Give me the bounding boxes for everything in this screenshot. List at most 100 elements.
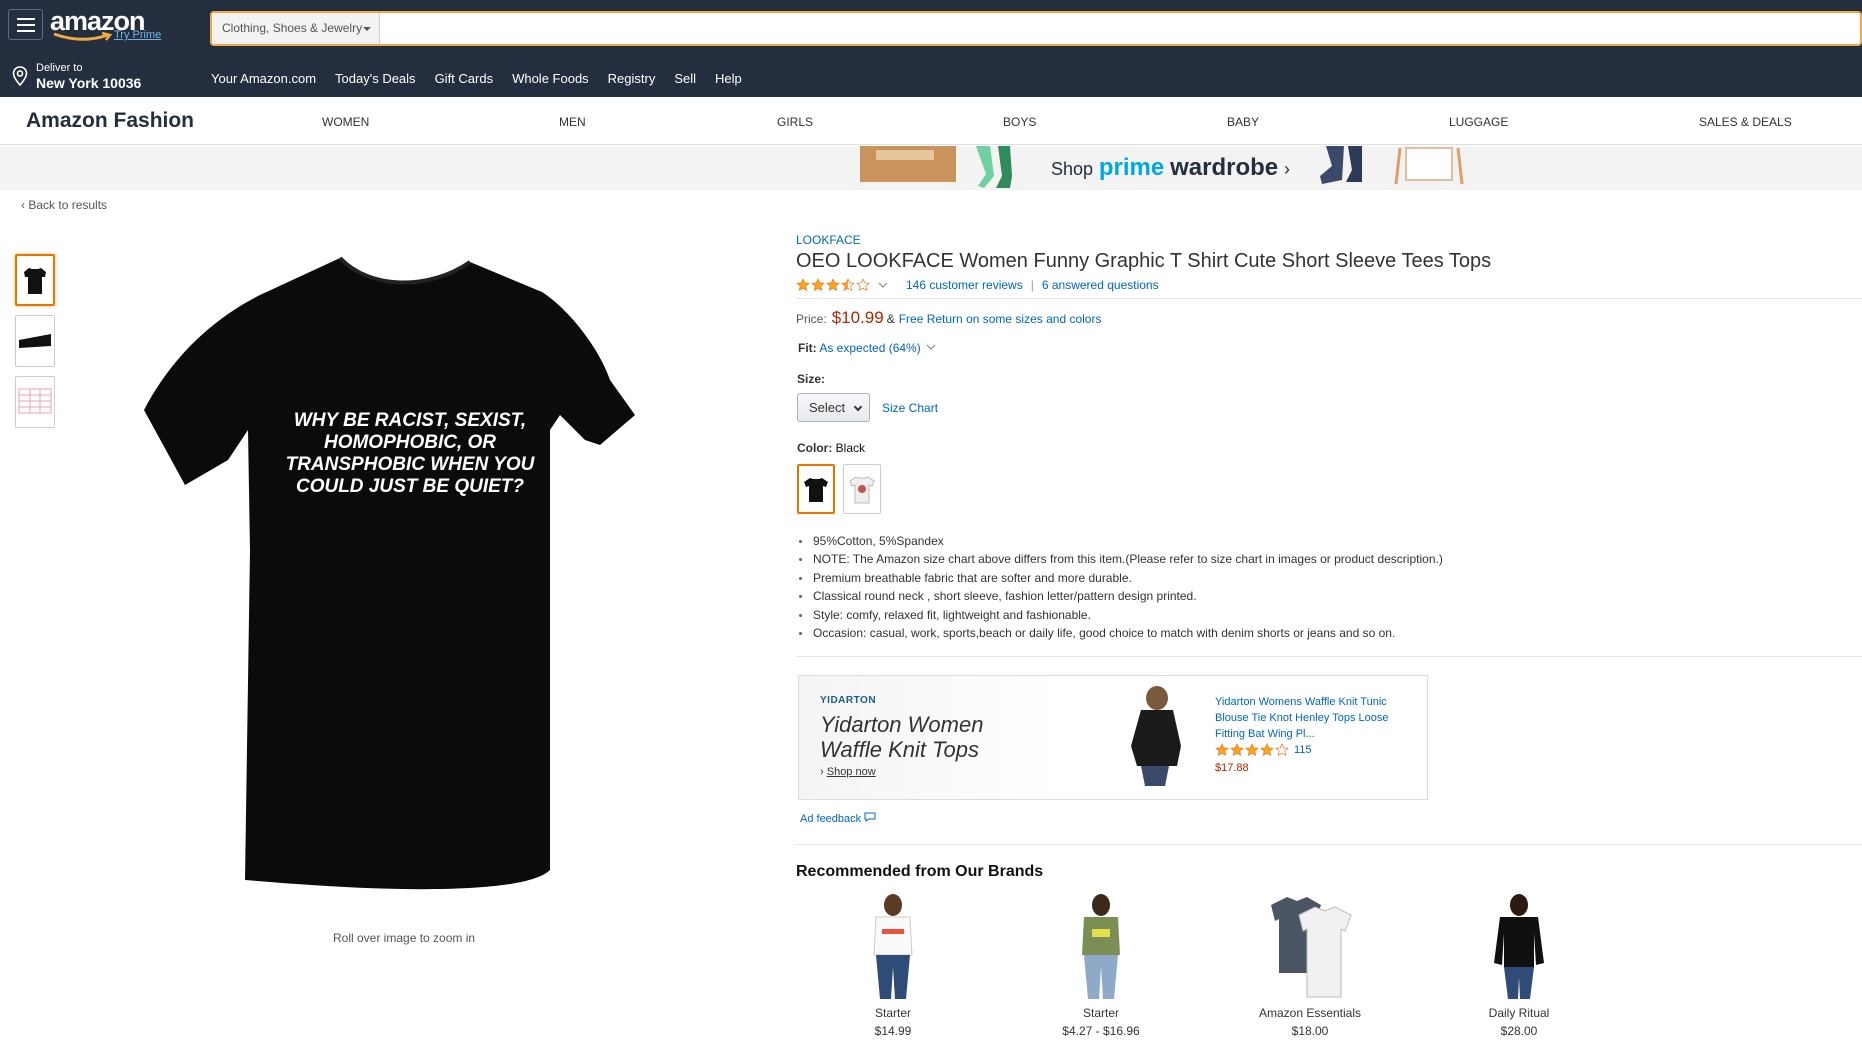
nav-link-help[interactable]: Help [715,71,742,86]
banner-shop: Shop [1051,159,1094,179]
nav-link-sell[interactable]: Sell [674,71,696,86]
fashion-title[interactable]: Amazon Fashion [26,109,194,133]
deliver-label: Deliver to [36,62,83,74]
recommended-item-image[interactable] [848,893,938,1003]
recommended-item[interactable]: Starter $4.27 - $16.96 [1021,893,1181,1038]
divider [796,844,1862,845]
ad-headline: Yidarton Women Waffle Knit Tops [820,712,1050,762]
feature-bullets: 95%Cotton, 5%Spandex NOTE: The Amazon si… [796,532,1443,642]
customer-reviews-link[interactable]: 146 customer reviews [906,278,1023,292]
fashion-cat-girls[interactable]: GIRLS [777,115,813,129]
star-icon [856,278,870,292]
ad-shop-now-link[interactable]: › Shop now [820,766,876,778]
ad-review-count[interactable]: 115 [1294,744,1312,756]
ad-feedback-link[interactable]: Ad feedback [800,812,876,825]
recommended-item-image[interactable] [1474,893,1564,1003]
star-icon [1230,743,1244,757]
price-value: $10.99 [831,308,884,327]
size-chart-link[interactable]: Size Chart [882,401,938,415]
star-icon [796,278,810,292]
mirror-image [1394,147,1464,185]
fashion-cat-boys[interactable]: BOYS [1003,115,1036,129]
thumbnail-3[interactable] [15,376,55,428]
fit-row[interactable]: Fit: As expected (64%) [798,341,938,355]
size-select-dropdown[interactable]: Select [797,393,870,422]
divider [796,298,1862,299]
caret-down-icon [363,27,371,31]
recommended-item[interactable]: Starter $14.99 [813,893,973,1038]
rating-row: 146 customer reviews | 6 answered questi… [796,277,1159,293]
amazon-logo[interactable]: amazon Try Prime [50,6,170,44]
back-label: Back to results [28,198,108,212]
nav-link-your-amazon[interactable]: Your Amazon.com [211,71,316,86]
chevron-down-icon [853,402,863,412]
menu-icon[interactable] [8,9,43,40]
color-label: Color: [797,441,833,455]
feature-bullet: Style: comfy, relaxed fit, lightweight a… [796,606,1443,624]
recommended-item-name[interactable]: Amazon Essentials [1230,1006,1390,1020]
star-rating[interactable] [796,278,870,292]
fashion-cat-women[interactable]: WOMEN [322,115,369,129]
ad-brand: YIDARTON [820,695,877,706]
nav-link-gift-cards[interactable]: Gift Cards [435,71,494,86]
tshirt-thumb-icon [24,268,46,294]
black-tshirt-swatch-icon [804,478,828,502]
ad-product-image[interactable] [1119,686,1189,791]
banner-text: Shop prime wardrobe › [1051,154,1290,182]
nav-link-registry[interactable]: Registry [608,71,656,86]
recommended-item-name[interactable]: Starter [813,1006,973,1020]
chevron-down-icon [926,344,936,350]
recommended-item-image[interactable] [1056,893,1146,1003]
nav-link-whole-foods[interactable]: Whole Foods [512,71,589,86]
ad-brand-panel[interactable]: YIDARTON Yidarton Women Waffle Knit Tops… [799,676,1057,799]
try-prime-link[interactable]: Try Prime [114,29,161,41]
star-icon [826,278,840,292]
fashion-cat-men[interactable]: MEN [559,115,586,129]
search-category-dropdown[interactable]: Clothing, Shoes & Jewelry [212,13,380,44]
shirt-print-text: WHY BE RACIST, SEXIST, HOMOPHOBIC, OR TR… [285,410,535,497]
fashion-cat-baby[interactable]: BABY [1227,115,1259,129]
feature-bullet: Occasion: casual, work, sports,beach or … [796,624,1443,642]
recommended-item-image[interactable] [1265,893,1355,1003]
sponsored-ad[interactable]: YIDARTON Yidarton Women Waffle Knit Tops… [798,675,1428,800]
search-input[interactable] [382,13,1852,44]
ad-feedback-label: Ad feedback [800,813,862,825]
color-row: Color: Black [797,441,865,455]
top-nav-bar: amazon Try Prime Clothing, Shoes & Jewel… [0,0,1862,97]
fashion-cat-sales-deals[interactable]: SALES & DEALS [1699,115,1792,129]
color-swatch-black[interactable] [797,464,835,514]
ad-product-title[interactable]: Yidarton Womens Waffle Knit Tunic Blouse… [1215,694,1405,742]
recommended-item[interactable]: Daily Ritual $28.00 [1439,893,1599,1038]
chevron-right-icon: › [1283,159,1290,179]
color-swatch-white[interactable] [843,464,881,514]
back-to-results-link[interactable]: ‹ Back to results [21,198,107,212]
main-product-image[interactable] [130,250,680,900]
star-icon [1245,743,1259,757]
fit-label: Fit: [798,341,817,355]
ad-price: $17.88 [1215,762,1249,774]
zoom-hint: Roll over image to zoom in [333,931,476,945]
nav-link-todays-deals[interactable]: Today's Deals [335,71,416,86]
thumbnail-1[interactable] [15,254,55,306]
speech-bubble-icon [864,812,876,822]
fashion-nav-bar: Amazon Fashion WOMEN MEN GIRLS BOYS BABY… [0,97,1862,145]
fashion-cat-luggage[interactable]: LUGGAGE [1449,115,1508,129]
color-value: Black [835,441,866,455]
recommended-item[interactable]: Amazon Essentials $18.00 [1230,893,1390,1038]
recommended-item-name[interactable]: Daily Ritual [1439,1006,1599,1020]
feature-bullet: Classical round neck , short sleeve, fas… [796,587,1443,605]
search-category-label: Clothing, Shoes & Jewelry [222,21,363,35]
answered-questions-link[interactable]: 6 answered questions [1042,278,1159,292]
brand-link[interactable]: LOOKFACE [796,233,861,247]
box-lid-image [876,150,934,160]
thumbnail-2[interactable] [15,315,55,367]
boots-image [1320,146,1362,184]
separator: | [1030,278,1034,292]
prime-wardrobe-banner[interactable]: Shop prime wardrobe › [0,146,1862,190]
feature-bullet: Premium breathable fabric that are softe… [796,569,1443,587]
chevron-down-icon[interactable] [876,280,890,290]
price-amp: & [886,312,895,326]
free-return-link[interactable]: Free Return on some sizes and colors [899,312,1102,326]
ad-rating-row: 115 [1215,743,1312,757]
recommended-item-name[interactable]: Starter [1021,1006,1181,1020]
